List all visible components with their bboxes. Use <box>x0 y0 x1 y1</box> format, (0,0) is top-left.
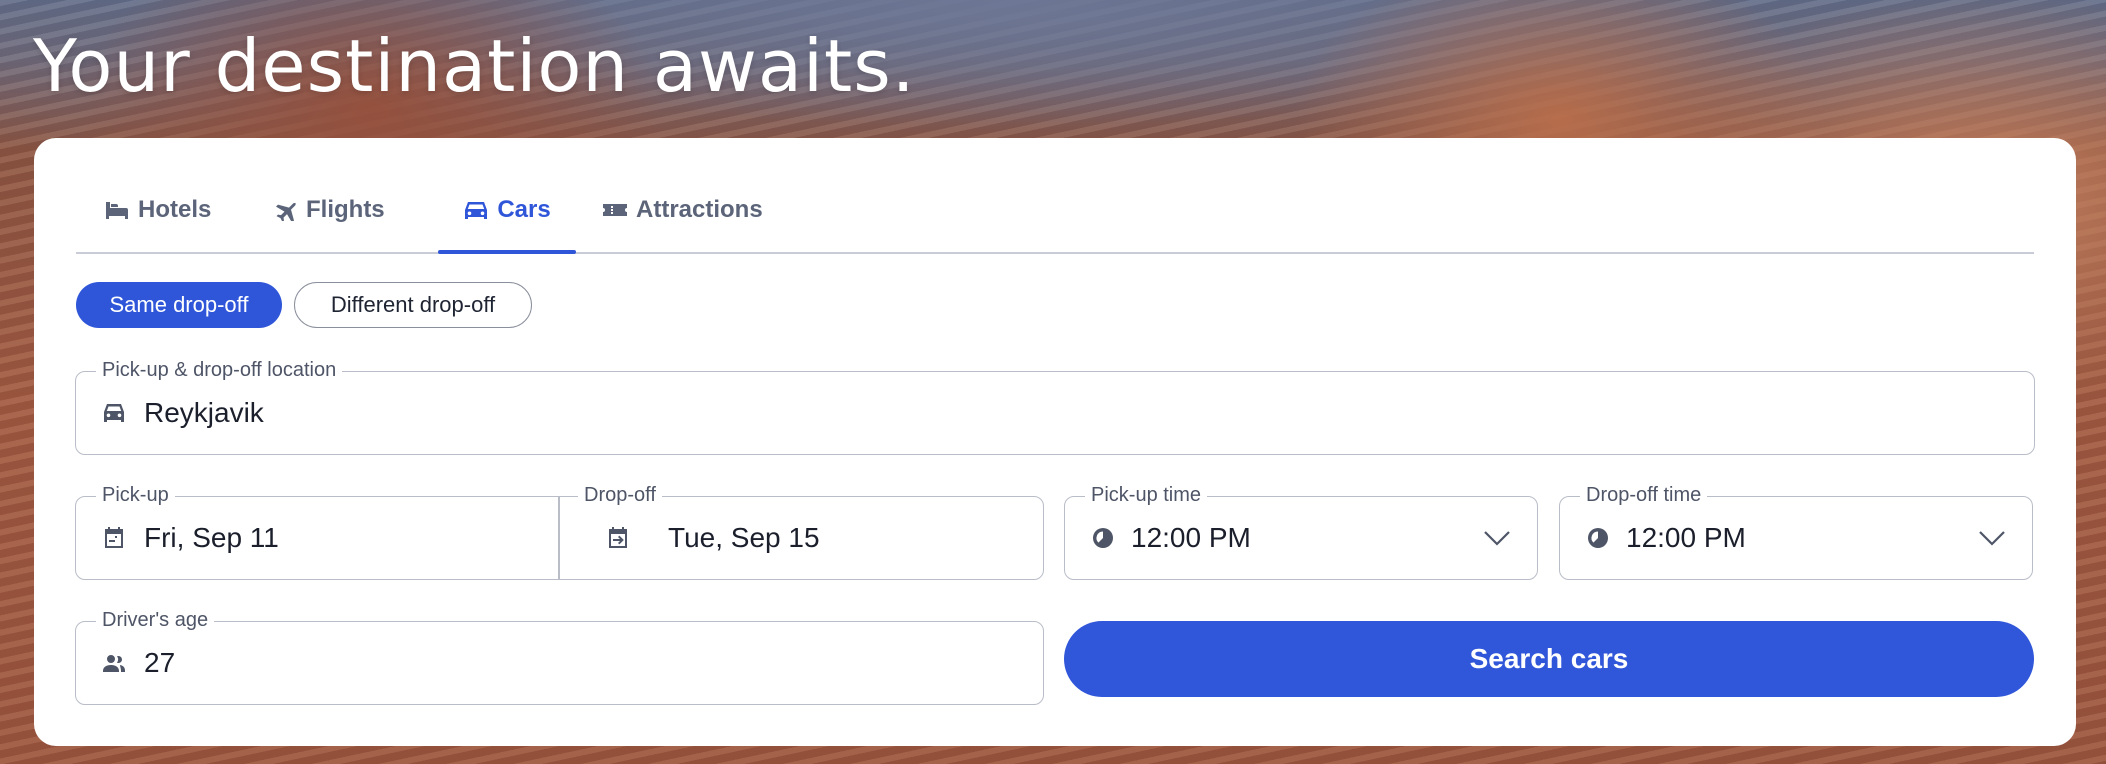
tab-cars[interactable]: Cars <box>438 168 576 254</box>
location-input[interactable]: Reykjavik <box>144 372 264 454</box>
tab-hotels[interactable]: Hotels <box>104 168 211 252</box>
product-tabs: Hotels Flights Cars Attractions <box>76 168 2034 254</box>
chevron-down-icon <box>1978 530 2006 546</box>
dropoff-time-select[interactable]: Drop-off time 12:00 PM <box>1559 483 2033 580</box>
search-card: Hotels Flights Cars Attractions Same dro… <box>34 138 2076 746</box>
tab-attractions-label: Attractions <box>636 196 763 223</box>
pickup-date-input[interactable]: Fri, Sep 11 <box>144 497 279 579</box>
date-range-field: Pick-up Fri, Sep 11 Drop-off Tue, Sep 15 <box>75 483 1044 580</box>
ticket-icon <box>603 204 627 216</box>
tab-attractions[interactable]: Attractions <box>602 168 763 252</box>
tab-flights-label: Flights <box>306 196 385 223</box>
dropoff-time-value: 12:00 PM <box>1626 522 1746 553</box>
bed-icon <box>106 202 128 219</box>
dropoff-date-label: Drop-off <box>578 483 662 507</box>
pickup-time-select[interactable]: Pick-up time 12:00 PM <box>1064 483 1538 580</box>
clock-icon <box>1091 526 1115 550</box>
calendar-icon <box>102 526 126 550</box>
car-icon <box>465 202 488 219</box>
location-field[interactable]: Pick-up & drop-off location Reykjavik <box>75 358 2035 455</box>
dropoff-date-input[interactable]: Tue, Sep 15 <box>668 497 820 579</box>
plane-icon <box>276 202 296 221</box>
driver-age-field[interactable]: Driver's age 27 <box>75 608 1044 705</box>
tab-hotels-label: Hotels <box>138 196 212 223</box>
same-dropoff-toggle[interactable]: Same drop-off <box>76 282 282 328</box>
tab-flights[interactable]: Flights <box>272 168 385 252</box>
calendar-return-icon <box>606 526 630 550</box>
pickup-time-value: 12:00 PM <box>1131 522 1251 553</box>
page-headline: Your destination awaits. <box>33 24 916 108</box>
clock-icon <box>1586 526 1610 550</box>
car-icon <box>102 401 126 425</box>
search-cars-button[interactable]: Search cars <box>1064 621 2034 697</box>
users-icon <box>102 651 126 675</box>
chevron-down-icon <box>1483 530 1511 546</box>
different-dropoff-toggle[interactable]: Different drop-off <box>294 282 532 328</box>
driver-age-input[interactable]: 27 <box>144 622 175 704</box>
tab-cars-label: Cars <box>497 196 551 223</box>
date-divider <box>558 497 560 579</box>
